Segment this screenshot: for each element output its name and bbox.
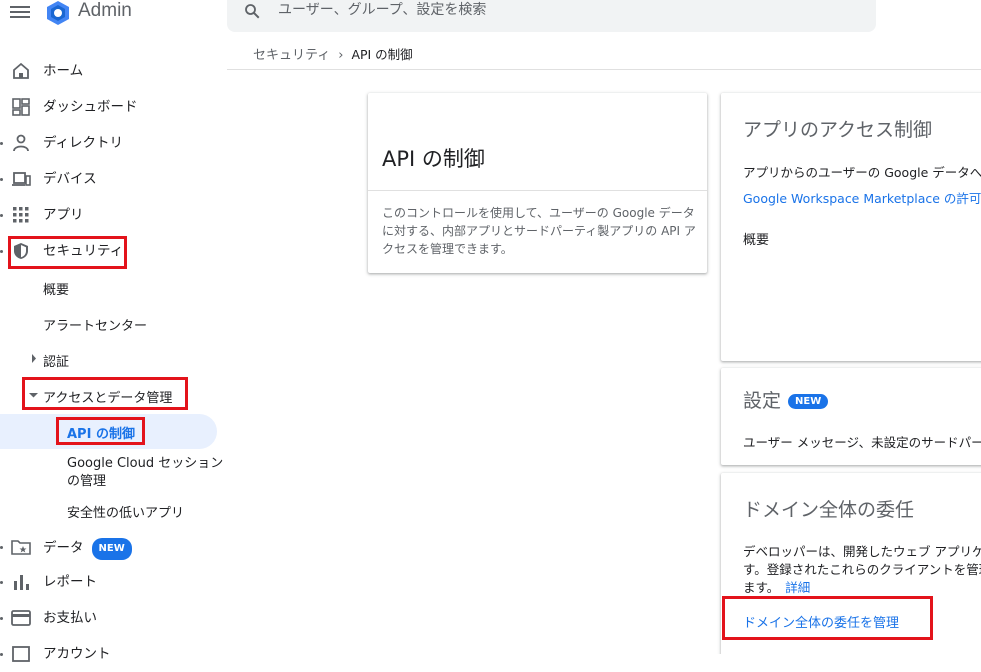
expand-dot-icon bbox=[0, 653, 3, 656]
domain-delegation-title: ドメイン全体の委任 bbox=[743, 499, 915, 521]
search-icon[interactable] bbox=[243, 2, 261, 20]
breadcrumb-divider bbox=[227, 69, 981, 70]
app-access-overview: 概要 bbox=[743, 233, 770, 248]
breadcrumb: セキュリティ › API の制御 bbox=[253, 44, 413, 63]
sidebar-item-label: アプリ bbox=[43, 207, 84, 223]
app-access-title: アプリのアクセス制御 bbox=[743, 119, 933, 141]
new-badge: NEW bbox=[91, 538, 132, 560]
sidebar-item-label: ダッシュボード bbox=[43, 99, 138, 115]
sidebar-sub-alert-center[interactable]: アラートセンター bbox=[43, 315, 147, 334]
domain-wide-delegation-card[interactable]: ドメイン全体の委任 デベロッパーは、開発したウェブ アプリケーション す。登録さ… bbox=[721, 473, 981, 654]
expand-dot-icon bbox=[0, 250, 3, 253]
sidebar-item-label: セキュリティ bbox=[43, 243, 124, 259]
sidebar-item-label: ディレクトリ bbox=[43, 135, 124, 151]
sidebar-item-label: デバイス bbox=[43, 171, 97, 187]
settings-card[interactable]: 設定 NEW ユーザー メッセージ、未設定のサードパーティ bbox=[721, 368, 981, 465]
sidebar-item-data-label: データ bbox=[43, 540, 84, 556]
expand-dot-icon bbox=[0, 178, 3, 181]
shield-icon bbox=[14, 243, 28, 259]
sidebar-sub-overview[interactable]: 概要 bbox=[43, 279, 69, 298]
sidebar-item-dashboard[interactable]: ダッシュボード bbox=[0, 89, 217, 125]
settings-text: ユーザー メッセージ、未設定のサードパーティ bbox=[743, 435, 981, 450]
sidebar-item-label: レポート bbox=[43, 574, 97, 590]
sidebar-sub-api-control[interactable]: API の制御 bbox=[67, 423, 135, 442]
caret-down-icon[interactable] bbox=[29, 392, 38, 398]
card-divider bbox=[368, 190, 707, 191]
breadcrumb-security[interactable]: セキュリティ bbox=[253, 48, 330, 63]
sidebar-item-label: ホーム bbox=[43, 63, 84, 79]
new-badge: NEW bbox=[788, 394, 829, 409]
marketplace-allowlist-link[interactable]: Google Workspace Marketplace の許可リスト bbox=[743, 188, 981, 207]
sidebar-item-data[interactable]: データ NEW bbox=[0, 529, 217, 565]
credit-card-icon bbox=[11, 610, 31, 626]
sidebar-item-account[interactable]: アカウント bbox=[0, 636, 217, 672]
sidebar-item-devices[interactable]: デバイス bbox=[0, 161, 217, 197]
highlight-manage-delegation bbox=[722, 596, 933, 640]
breadcrumb-separator: › bbox=[338, 48, 344, 63]
cloud-session-line2: の管理 bbox=[67, 474, 107, 489]
api-control-description: このコントロールを使用して、ユーザーの Google データに対する、内部アプリ… bbox=[382, 206, 696, 256]
domain-delegation-text-line1: デベロッパーは、開発したウェブ アプリケーション bbox=[743, 544, 981, 559]
dashboard-icon bbox=[12, 98, 30, 116]
sidebar-item-directory[interactable]: ディレクトリ bbox=[0, 125, 217, 161]
settings-title-text: 設定 bbox=[743, 390, 782, 412]
expand-dot-icon bbox=[0, 581, 3, 584]
bar-chart-icon bbox=[14, 575, 29, 590]
sidebar-sub-cloud-session[interactable]: Google Cloud セッション の管理 bbox=[67, 455, 223, 491]
api-control-card: API の制御 このコントロールを使用して、ユーザーの Google データに対… bbox=[368, 93, 707, 273]
domain-delegation-text-line3: ます。 bbox=[743, 580, 780, 595]
expand-dot-icon bbox=[0, 142, 3, 145]
account-icon bbox=[12, 646, 30, 662]
devices-icon bbox=[12, 172, 31, 186]
main-menu-button[interactable] bbox=[10, 3, 30, 19]
apps-grid-icon bbox=[13, 207, 29, 223]
admin-logo-icon bbox=[47, 1, 69, 25]
sidebar-sub-authentication[interactable]: 認証 bbox=[43, 351, 69, 370]
app-access-text: アプリからのユーザーの Google データへの bbox=[743, 165, 981, 180]
settings-title: 設定 NEW bbox=[743, 386, 829, 413]
search-input[interactable]: ユーザー、グループ、設定を検索 bbox=[278, 0, 486, 20]
sidebar-item-label: お支払い bbox=[43, 610, 97, 626]
sidebar-item-apps[interactable]: アプリ bbox=[0, 197, 217, 233]
app-title: Admin bbox=[78, 0, 132, 21]
expand-dot-icon bbox=[0, 617, 3, 620]
sidebar-item-security[interactable]: セキュリティ bbox=[0, 233, 217, 269]
sidebar-item-label: アカウント bbox=[43, 646, 111, 662]
caret-right-icon[interactable] bbox=[31, 354, 37, 363]
expand-dot-icon bbox=[0, 546, 3, 549]
domain-delegation-text-line2: す。登録されたこれらのクライアントを管理 bbox=[743, 562, 981, 577]
sidebar-item-reports[interactable]: レポート bbox=[0, 564, 217, 600]
home-icon bbox=[13, 62, 29, 79]
app-access-control-card[interactable]: アプリのアクセス制御 アプリからのユーザーの Google データへの Goog… bbox=[721, 93, 981, 361]
details-link[interactable]: 詳細 bbox=[785, 580, 810, 595]
sidebar-sub-access-data[interactable]: アクセスとデータ管理 bbox=[43, 387, 172, 406]
person-icon bbox=[13, 134, 29, 152]
cloud-session-line1: Google Cloud セッション bbox=[67, 456, 224, 471]
manage-domain-delegation-link[interactable]: ドメイン全体の委任を管理 bbox=[743, 612, 899, 631]
breadcrumb-current: API の制御 bbox=[351, 47, 413, 62]
sidebar-item-home[interactable]: ホーム bbox=[0, 53, 217, 89]
folder-star-icon bbox=[11, 540, 31, 555]
api-control-title: API の制御 bbox=[382, 147, 485, 171]
domain-delegation-text: デベロッパーは、開発したウェブ アプリケーション す。登録されたこれらのクライア… bbox=[743, 543, 981, 597]
sidebar-item-billing[interactable]: お支払い bbox=[0, 600, 217, 636]
sidebar-sub-less-secure-apps[interactable]: 安全性の低いアプリ bbox=[67, 502, 184, 521]
expand-dot-icon bbox=[0, 214, 3, 217]
sidebar-item-label: データ NEW bbox=[43, 538, 132, 560]
